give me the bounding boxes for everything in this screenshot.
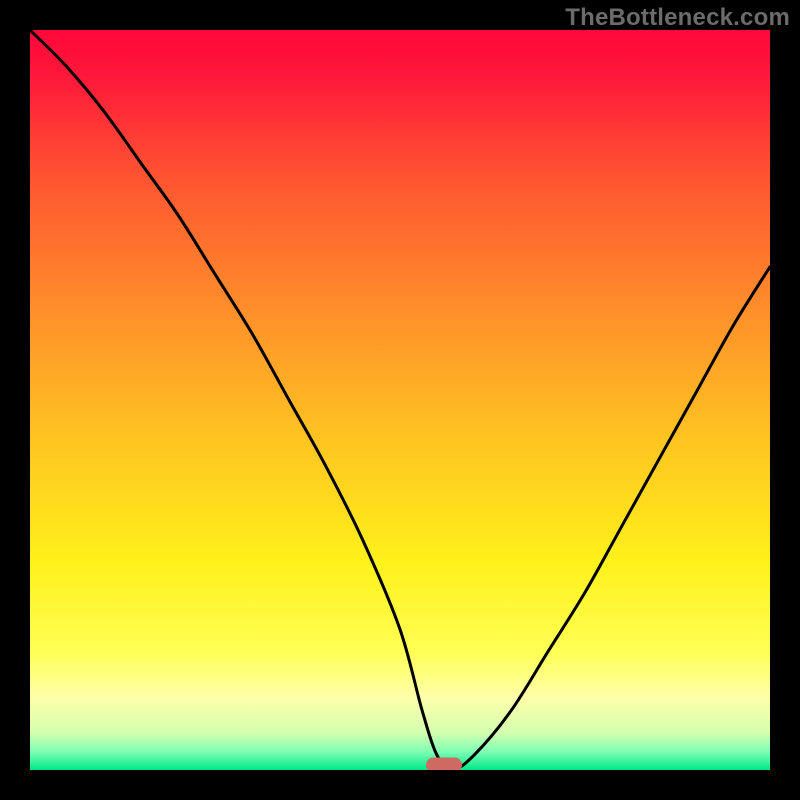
plot-area [30, 30, 770, 770]
watermark-text: TheBottleneck.com [565, 4, 790, 32]
optimal-marker [426, 758, 462, 771]
bottleneck-curve [30, 30, 770, 770]
chart-frame: TheBottleneck.com [0, 0, 800, 800]
